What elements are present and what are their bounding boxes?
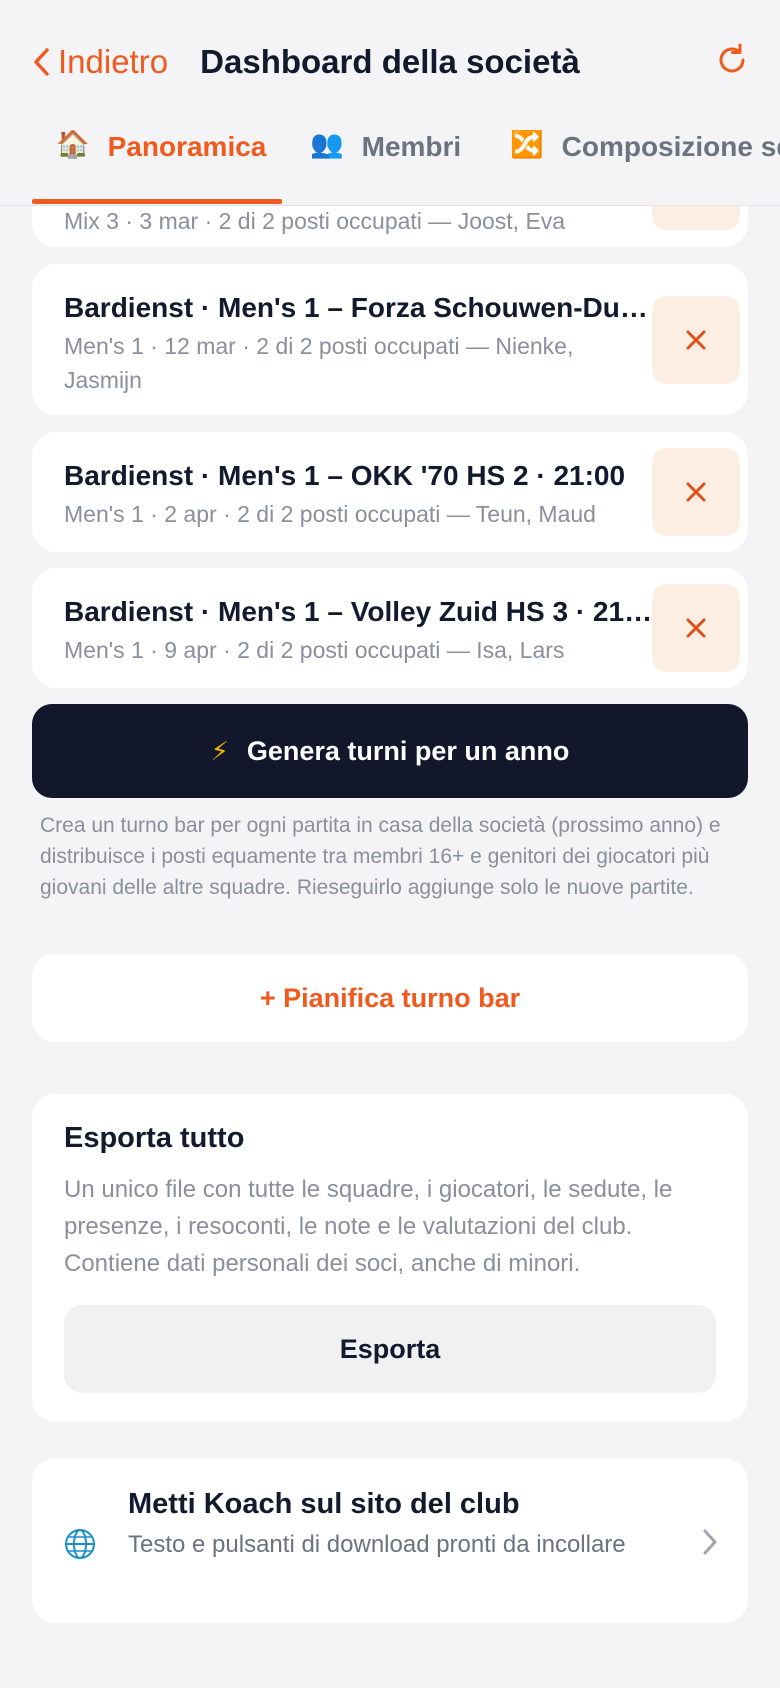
remove-shift-button[interactable] [652,296,740,384]
shift-title: Bardienst · Men's 1 – Forza Schouwen-Dui… [64,292,654,323]
close-icon [686,482,706,502]
export-description: Un unico file con tutte le squadre, i gi… [64,1176,673,1277]
close-icon [686,618,706,638]
people-icon: 👥 [310,130,344,159]
club-site-card[interactable]: Metti Koach sul sito del club Testo e pu… [32,1458,748,1623]
top-bar: Indietro Dashboard della società 🏠 Panor… [0,0,780,206]
shift-title: Bardienst · Men's 1 – OKK '70 HS 2 · 21:… [64,460,626,491]
shift-subtitle: Mix 3 · 3 mar · 2 di 2 posti occupati — … [64,208,566,234]
generate-shifts-label: Genera turni per un anno [246,735,570,766]
shift-subtitle: Men's 1 · 12 mar · 2 di 2 posti occupati… [64,333,574,393]
shift-card: Bardienst · Men's 1 – Forza Schouwen-Dui… [32,264,748,415]
export-button[interactable]: Esporta [64,1305,716,1393]
generate-description: Crea un turno bar per ogni partita in ca… [40,814,721,899]
tab-membri[interactable]: 👥 Membri [310,130,461,205]
tab-bar: 🏠 Panoramica 👥 Membri 🔀 Composizione squ… [0,130,780,205]
tab-label: Panoramica [107,131,267,162]
chevron-right-icon [703,1529,717,1555]
shuffle-icon: 🔀 [510,130,544,159]
shift-subtitle: Men's 1 · 2 apr · 2 di 2 posti occupati … [64,501,596,527]
remove-shift-button[interactable] [652,584,740,672]
export-title: Esporta tutto [64,1122,245,1154]
globe-icon [65,1529,95,1559]
page-title: Dashboard della società [200,43,580,80]
club-site-description: Testo e pulsanti di download pronti da i… [128,1531,626,1558]
refresh-icon[interactable] [714,42,750,78]
tab-composizione-squadre[interactable]: 🔀 Composizione squadre [510,130,780,205]
tab-label: Composizione squadre [561,131,780,162]
close-icon [686,330,706,350]
shift-subtitle: Men's 1 · 9 apr · 2 di 2 posti occupati … [64,637,565,663]
export-card: Esporta tutto Un unico file con tutte le… [32,1094,748,1422]
club-site-title: Metti Koach sul sito del club [128,1488,520,1520]
lightning-icon: ⚡ [210,735,229,766]
active-tab-indicator [32,199,282,204]
tab-label: Membri [361,131,462,162]
remove-shift-button[interactable] [652,448,740,536]
plan-shift-button[interactable]: + Pianifica turno bar [32,954,748,1042]
house-icon: 🏠 [56,130,90,159]
shift-card: Bardienst · Men's 1 – OKK '70 HS 2 · 21:… [32,432,748,552]
shift-title: Bardienst · Men's 1 – Volley Zuid HS 3 ·… [64,596,654,627]
tab-panoramica[interactable]: 🏠 Panoramica [56,130,266,205]
generate-shifts-button[interactable]: ⚡ Genera turni per un anno [32,704,748,798]
shift-card: Bardienst · Men's 1 – Volley Zuid HS 3 ·… [32,568,748,688]
